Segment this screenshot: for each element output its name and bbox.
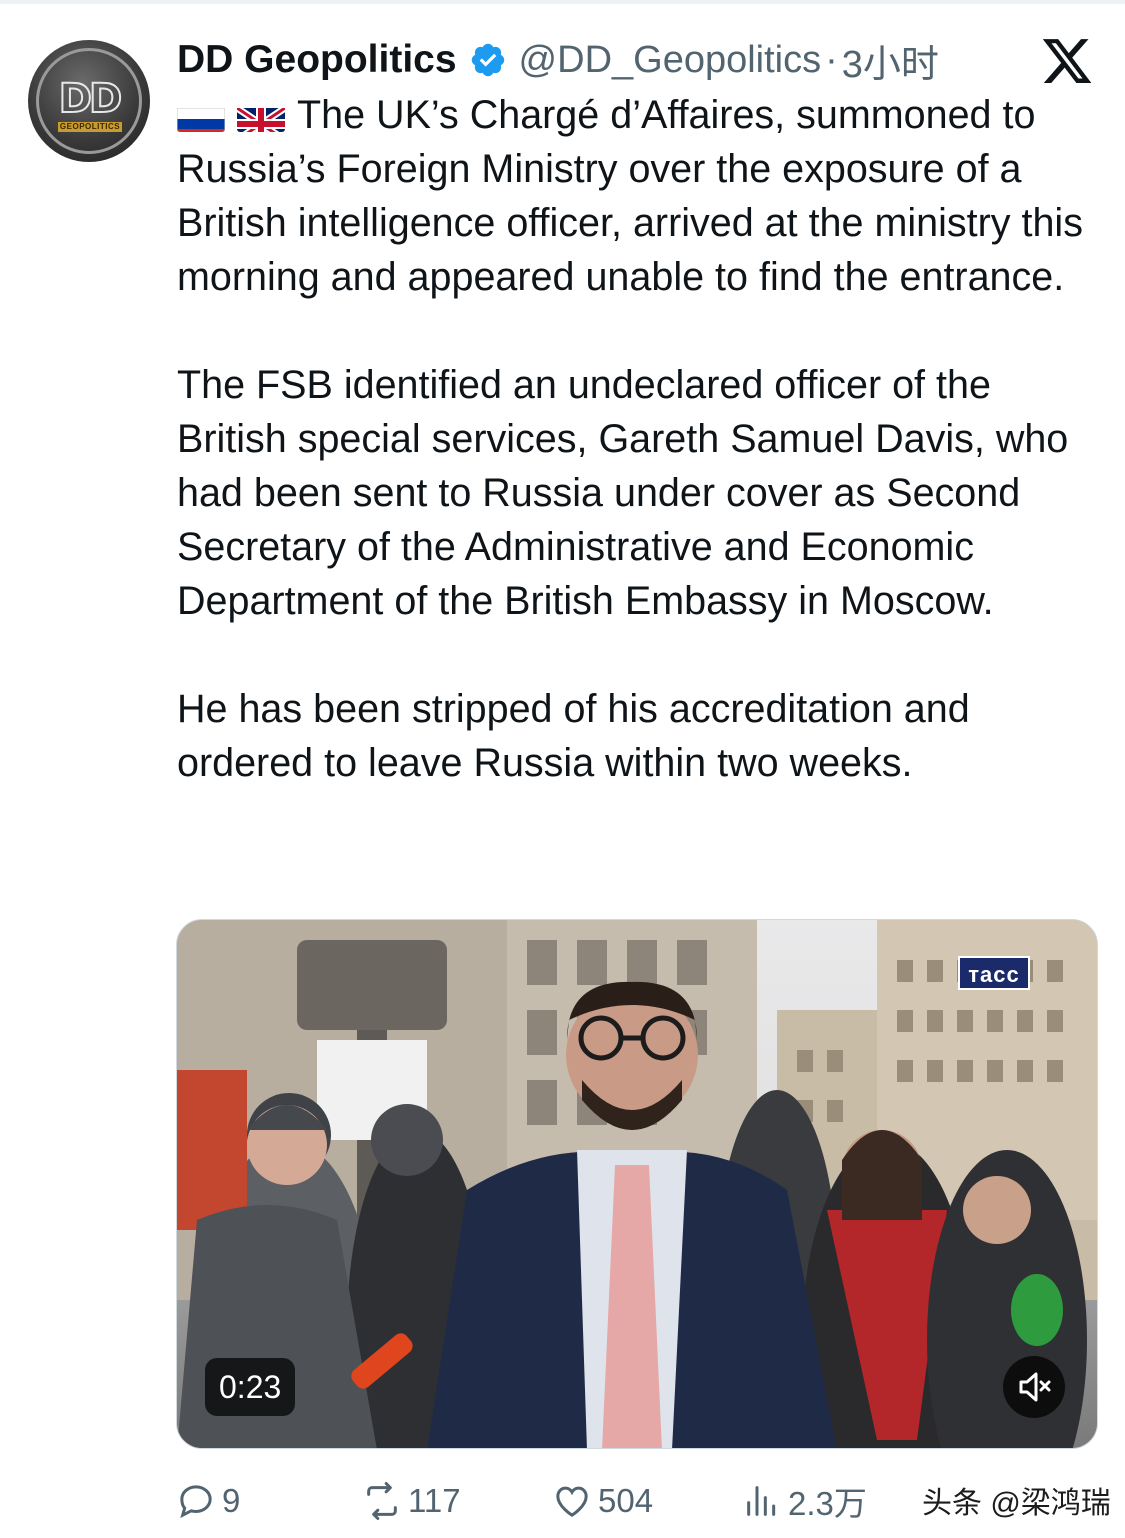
avatar-monogram: DD [58,75,123,123]
repost-count: 117 [408,1482,461,1519]
tweet-text: The UK’s Chargé d’Affaires, summoned to … [177,88,1107,790]
author-display-name[interactable]: DD Geopolitics [177,38,457,82]
russia-flag-icon [177,100,225,132]
views-count: 2.3万 [788,1485,867,1522]
views-button[interactable]: 2.3万 [742,1472,867,1530]
avatar[interactable]: DD GEOPOLITICS [28,40,150,162]
reply-icon [180,1485,212,1519]
tweet-paragraph-3: He has been stripped of his accreditatio… [177,687,970,785]
separator-dot: · [825,38,838,81]
avatar-subtext: GEOPOLITICS [58,122,122,132]
tweet-paragraph-1: The UK’s Chargé d’Affaires, summoned to … [177,88,1107,304]
video-duration: 0:23 [205,1358,296,1416]
repost-button[interactable]: 117 [362,1472,461,1530]
source-watermark: 头条 @梁鸿瑞 [922,1487,1111,1520]
mute-button[interactable] [1003,1356,1065,1418]
like-count: 504 [598,1482,654,1519]
heart-icon [556,1486,588,1517]
like-button[interactable]: 504 [552,1472,653,1530]
muted-speaker-icon [1019,1372,1051,1402]
uk-flag-icon [237,100,285,132]
video-player[interactable]: тасс 0:23 [176,919,1098,1449]
timestamp[interactable]: 3小时 [842,33,939,88]
tweet-header: DD Geopolitics @DD_Geopolitics · 3小时 [177,36,939,86]
x-logo-icon[interactable] [1040,34,1094,88]
tass-watermark: тасс [958,956,1030,990]
video-frame [177,920,1097,1448]
views-icon [747,1486,776,1516]
top-divider [0,0,1125,4]
author-handle[interactable]: @DD_Geopolitics [519,39,822,82]
reply-count: 9 [222,1482,241,1519]
repost-icon [367,1482,397,1520]
reply-button[interactable]: 9 [176,1472,240,1530]
verified-badge-icon[interactable] [469,41,507,79]
tweet-paragraph-text: The UK’s Chargé d’Affaires, summoned to … [177,93,1083,299]
tweet-paragraph-2: The FSB identified an undeclared officer… [177,363,1069,623]
